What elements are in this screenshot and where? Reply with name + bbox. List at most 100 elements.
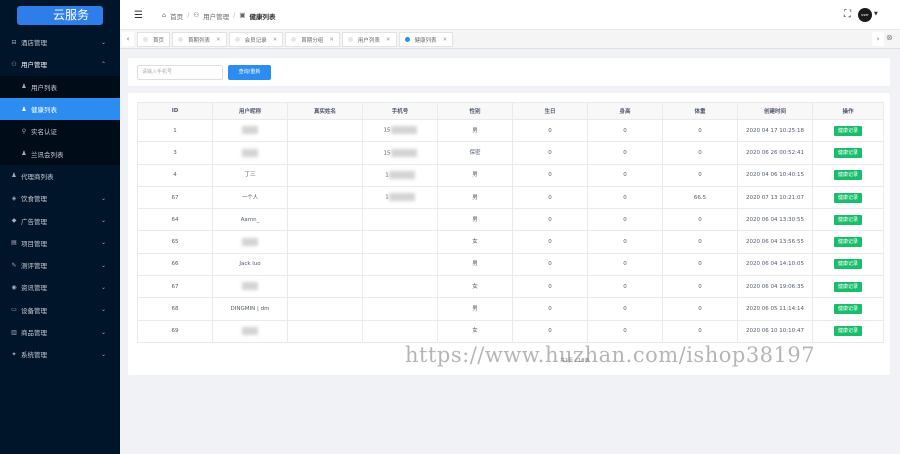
sidebar-item-6[interactable]: ✎ 测评管理 ⌄ (0, 254, 120, 276)
table-row: 64 Aamn_ 男 0 0 0 2020 06 04 13:30:55 健康记录 (137, 208, 884, 232)
fullscreen-icon[interactable]: ⛶ (844, 9, 851, 20)
close-icon[interactable]: ✕ (329, 37, 334, 43)
breadcrumb-home[interactable]: 首页 (170, 11, 183, 21)
column-header: ID (137, 102, 213, 120)
create-time: 2020 06 04 13:56:55 (746, 239, 804, 246)
cell-gender: 女 (437, 319, 513, 343)
close-icon[interactable]: ✕ (273, 37, 278, 43)
sidebar-item-5[interactable]: ▤ 项目管理 ⌄ (0, 232, 120, 254)
chevron-icon: ⌄ (100, 217, 106, 225)
cell-gender: 男 (437, 252, 513, 277)
cell-action: 健康记录 (812, 230, 884, 254)
avatar[interactable]: user (858, 8, 872, 22)
sidebar-item-label: 测评管理 (21, 262, 47, 271)
table-row: 65 女 0 0 0 2020 06 04 13:56:55 健康记录 (137, 230, 884, 254)
tab-scroll-right-icon[interactable]: › (872, 32, 884, 46)
sidebar-item-1[interactable]: ⚇ 用户管理 ⌃ (0, 53, 120, 75)
health-record-button[interactable]: 健康记录 (833, 170, 862, 181)
tab-5[interactable]: 健康列表 ✕ (398, 32, 454, 47)
redacted-phone (390, 148, 417, 157)
sidebar-subitem-2[interactable]: ⚲ 实名认证 (0, 120, 120, 142)
cell-id: 67 (137, 275, 213, 299)
redacted-nickname (242, 327, 258, 336)
tab-dot-icon (347, 37, 353, 42)
tab-3[interactable]: 首期分组 ✕ (285, 32, 340, 47)
menu-toggle-icon[interactable]: ☰ (134, 10, 143, 21)
cell-gender: 男 (437, 163, 513, 187)
sidebar-subitem-3[interactable]: ♟ 兰讯会列表 (0, 142, 120, 164)
cell-gender: 女 (437, 230, 513, 254)
table-row: 68 DINGMIN | dm 男 0 0 0 2020 06 05 11:14:14 健康记… (137, 297, 884, 321)
search-button[interactable]: 查询/重新 (228, 65, 271, 80)
cell-gender: 女 (437, 275, 513, 299)
health-record-button[interactable]: 健康记录 (833, 192, 862, 203)
table-header-row: ID 用户昵称 真实姓名 手机号 性别 生日 身高 体重 创建时间 操作 (137, 102, 884, 120)
chevron-icon: ⌄ (100, 328, 106, 336)
sidebar-subitem-1[interactable]: ♟ 健康列表 (0, 97, 120, 121)
cell-id: 65 (137, 230, 213, 254)
health-record-button[interactable]: 健康记录 (833, 147, 862, 158)
sidebar-item-label: 设备管理 (21, 306, 47, 315)
sidebar-item-3[interactable]: ◈ 饮食管理 ⌄ (0, 187, 120, 209)
tab-4[interactable]: 用户列表 ✕ (341, 32, 397, 47)
tab-2[interactable]: 会员记录 ✕ (228, 32, 284, 47)
sidebar-item-0[interactable]: ⊟ 酒店管理 ⌄ (0, 31, 120, 53)
health-record-button[interactable]: 健康记录 (833, 259, 862, 270)
health-record-button[interactable]: 健康记录 (833, 125, 862, 136)
sidebar-item-2[interactable]: ♟ 代理商列表 (0, 165, 120, 187)
cell-id: 64 (137, 208, 213, 232)
tab-close-all-icon[interactable]: ⊗ (886, 33, 893, 42)
create-time: 2020 07 13 10:21:07 (746, 194, 804, 201)
tab-0[interactable]: 首页 (137, 32, 171, 47)
sidebar-subitem-0[interactable]: ♟ 用户列表 (0, 76, 120, 98)
tab-1[interactable]: 首期列表 ✕ (172, 32, 227, 47)
close-icon[interactable]: ✕ (386, 37, 391, 43)
cell-weight: 0 (662, 208, 738, 232)
cell-time: 2020 06 04 13:30:55 (737, 208, 813, 232)
breadcrumb-separator: / (187, 11, 190, 19)
phone-prefix: 15 (383, 127, 391, 134)
user-icon: ♟ (21, 150, 27, 158)
sidebar-item-10[interactable]: ✦ 系统管理 ⌄ (0, 343, 120, 365)
breadcrumb-user-manage[interactable]: 用户管理 (203, 11, 229, 21)
sidebar-item-7[interactable]: ◉ 资讯管理 ⌄ (0, 276, 120, 298)
phone-search-input[interactable]: 请输入手机号 (137, 65, 223, 80)
cell-weight: 0 (662, 275, 738, 299)
cell-height: 0 (587, 185, 663, 210)
cell-weight: 66.5 (662, 185, 738, 210)
health-record-button[interactable]: 健康记录 (833, 326, 862, 337)
top-header: ☰ ⌂ 首页 / ⚇ 用户管理 / ▣ 健康列表 ⛶ user ▼ (120, 0, 900, 30)
chevron-icon: ⌄ (100, 194, 106, 202)
chevron-icon: ⌄ (100, 239, 106, 247)
sidebar-item-8[interactable]: ▭ 设备管理 ⌄ (0, 299, 120, 321)
health-record-button[interactable]: 健康记录 (833, 281, 862, 292)
cell-time: 2020 06 04 14:10:05 (737, 252, 813, 277)
breadcrumb-separator: / (233, 11, 236, 19)
sidebar-subitem-label: 兰讯会列表 (31, 150, 64, 159)
cell-action: 健康记录 (812, 319, 884, 343)
sidebar-item-label: 资讯管理 (21, 284, 47, 293)
close-icon[interactable]: ✕ (216, 37, 221, 43)
cell-phone (362, 297, 438, 321)
close-icon[interactable]: ✕ (443, 37, 448, 43)
sidebar-item-9[interactable]: ▥ 商品管理 ⌄ (0, 321, 120, 343)
health-record-button[interactable]: 健康记录 (833, 237, 862, 248)
cell-real (287, 163, 363, 187)
tab-dot-icon (234, 37, 240, 42)
cell-id: 67 (137, 185, 213, 210)
health-record-button[interactable]: 健康记录 (833, 214, 862, 225)
health-record-button[interactable]: 健康记录 (833, 304, 862, 315)
home-icon: ⌂ (162, 11, 167, 19)
breadcrumb-user-icon: ⚇ (193, 11, 200, 19)
table-row: 67 一个人 1 男 0 0 66.5 2020 07 13 10:21:07 健康记录 (137, 185, 884, 210)
sidebar-item-4[interactable]: ◆ 广告管理 ⌄ (0, 209, 120, 231)
chevron-down-icon[interactable]: ▼ (874, 11, 878, 17)
cell-nick (212, 141, 288, 165)
cell-time: 2020 06 04 13:56:55 (737, 230, 813, 254)
app-logo[interactable]: 云服务 (17, 6, 103, 25)
cell-real (287, 185, 363, 210)
test-icon: ✎ (11, 261, 17, 269)
column-header: 体重 (662, 102, 738, 120)
cell-id: 4 (137, 163, 213, 187)
tab-scroll-left-icon[interactable]: ‹ (122, 32, 134, 46)
